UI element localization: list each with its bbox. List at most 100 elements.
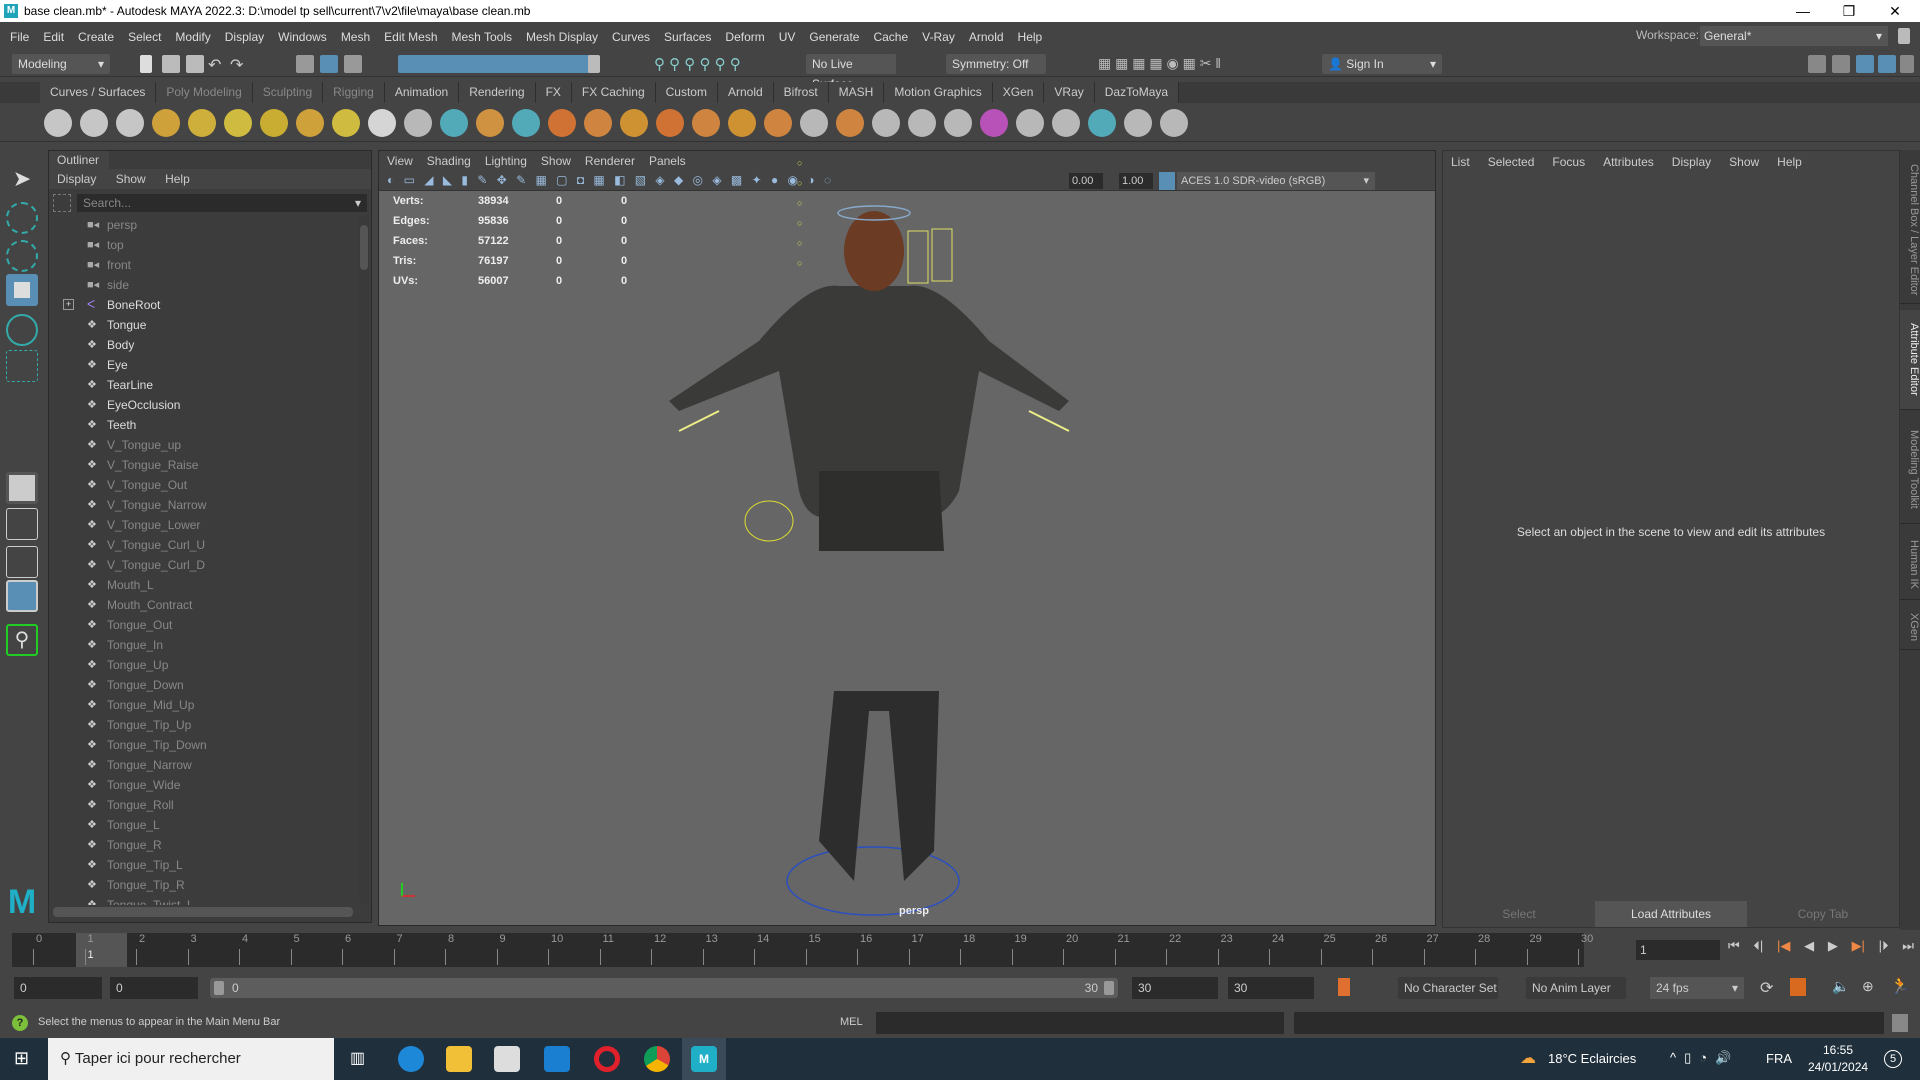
shelf-tool-icon[interactable] [872, 109, 900, 137]
shelf-tab-rendering[interactable]: Rendering [459, 82, 536, 103]
viewport-menu-show[interactable]: Show [541, 154, 571, 168]
viewport-menu-lighting[interactable]: Lighting [485, 154, 527, 168]
menu-create[interactable]: Create [78, 30, 114, 44]
loop-icon[interactable]: ⟳ [1760, 978, 1773, 998]
menu-file[interactable]: File [10, 30, 29, 44]
outliner-layout-icon[interactable] [6, 580, 38, 612]
go-to-start-icon[interactable]: ⏮ [1728, 938, 1740, 962]
layers-icon[interactable] [1900, 55, 1914, 73]
sign-in-button[interactable]: 👤 Sign In ▾ [1322, 54, 1442, 74]
lock-icon[interactable] [588, 55, 600, 73]
colorspace-dropdown[interactable]: ACES 1.0 SDR-video (sRGB) ▾ [1177, 172, 1375, 190]
shelf-tool-icon[interactable] [980, 109, 1008, 137]
soft-select-icons[interactable]: ⚲ ⚲ ⚲ ⚲ ⚲ ⚲ [654, 55, 794, 73]
menu-modify[interactable]: Modify [175, 30, 210, 44]
step-back-frame-icon[interactable]: ⏴| [1753, 938, 1763, 962]
shelf-tool-icon[interactable] [476, 109, 504, 137]
menuset-dropdown[interactable]: Modeling ▾ [12, 54, 110, 74]
outliner-item[interactable]: ❖ Tongue_Down [49, 675, 359, 695]
tab-xgen[interactable]: XGen [1900, 606, 1920, 650]
tab-human-ik[interactable]: Human IK [1900, 530, 1920, 600]
outliner-item[interactable]: ❖ Body [49, 335, 359, 355]
outliner-item[interactable]: ❖ Tongue_Tip_Down [49, 735, 359, 755]
symmetry-dropdown[interactable]: Symmetry: Off [946, 54, 1046, 74]
shelf-tool-icon[interactable] [188, 109, 216, 137]
four-view-layout-icon[interactable] [6, 508, 38, 540]
outliner-item[interactable]: ❖ Tongue_Wide [49, 775, 359, 795]
outliner-item[interactable]: ❖ Tongue_Tip_Up [49, 715, 359, 735]
attr-menu-attributes[interactable]: Attributes [1603, 155, 1654, 169]
gamma-field[interactable]: 1.00 [1119, 173, 1153, 189]
current-frame-marker[interactable] [75, 933, 127, 967]
anim-start-field[interactable]: 0 [110, 977, 198, 999]
outliner-item[interactable]: ❖ V_Tongue_Lower [49, 515, 359, 535]
minimize-button[interactable]: — [1780, 0, 1826, 22]
outliner-item[interactable]: ❖ Tongue_L [49, 815, 359, 835]
outliner-menu-show[interactable]: Show [116, 172, 146, 186]
chrome-icon[interactable] [644, 1046, 670, 1072]
human-ik-icon[interactable] [1832, 55, 1850, 73]
attr-menu-display[interactable]: Display [1672, 155, 1711, 169]
shelf-tool-icon[interactable] [764, 109, 792, 137]
viewport-menu-view[interactable]: View [387, 154, 413, 168]
attr-menu-selected[interactable]: Selected [1488, 155, 1535, 169]
shelf-tool-icon[interactable] [116, 109, 144, 137]
save-scene-icon[interactable] [186, 55, 204, 73]
menu-mesh-display[interactable]: Mesh Display [526, 30, 598, 44]
search-icon[interactable]: ⚲ [6, 624, 38, 656]
shelf-tool-icon[interactable] [1088, 109, 1116, 137]
shelf-tool-icon[interactable] [296, 109, 324, 137]
shelf-tool-icon[interactable] [1016, 109, 1044, 137]
opera-icon[interactable] [594, 1046, 620, 1072]
animation-preferences-icon[interactable]: ⊕ [1862, 978, 1874, 995]
shelf-tool-icon[interactable] [584, 109, 612, 137]
menu-uv[interactable]: UV [779, 30, 796, 44]
shelf-tool-icon[interactable] [1052, 109, 1080, 137]
outliner-item[interactable]: + ᐸ BoneRoot [49, 295, 359, 315]
menu-edit-mesh[interactable]: Edit Mesh [384, 30, 437, 44]
outliner-item[interactable]: ❖ V_Tongue_Curl_U [49, 535, 359, 555]
tab-modeling-toolkit[interactable]: Modeling Toolkit [1900, 416, 1920, 524]
redo-icon[interactable]: ↷ [230, 55, 248, 74]
expand-icon[interactable]: + [63, 299, 74, 310]
play-backward-icon[interactable]: ◀ [1804, 938, 1814, 962]
filter-icon[interactable] [53, 194, 71, 212]
shelf-tool-icon[interactable] [512, 109, 540, 137]
outliner-item[interactable]: ■◂ persp [49, 215, 359, 235]
shelf-tab-motion-graphics[interactable]: Motion Graphics [884, 82, 993, 103]
weather-text[interactable]: 18°C Eclaircies [1548, 1051, 1636, 1066]
two-view-layout-icon[interactable] [6, 546, 38, 578]
edge-icon[interactable] [398, 1046, 424, 1072]
notification-badge[interactable]: 5 [1884, 1050, 1902, 1068]
outliner-item[interactable]: ❖ V_Tongue_Out [49, 475, 359, 495]
shelf-tool-icon[interactable] [440, 109, 468, 137]
shelf-tool-icon[interactable] [404, 109, 432, 137]
select-tool-icon[interactable]: ➤ [6, 166, 38, 198]
outliner-item[interactable]: ❖ Tongue_Twist_L [49, 895, 359, 905]
single-perspective-layout-icon[interactable] [6, 472, 38, 504]
outliner-menu-display[interactable]: Display [57, 172, 96, 186]
outliner-item[interactable]: ❖ V_Tongue_Narrow [49, 495, 359, 515]
shelf-tool-icon[interactable] [800, 109, 828, 137]
attr-menu-list[interactable]: List [1451, 155, 1470, 169]
script-language-toggle[interactable]: MEL [840, 1016, 863, 1028]
fps-dropdown[interactable]: 24 fps ▾ [1650, 977, 1744, 999]
range-slider[interactable]: 0 30 [210, 978, 1118, 998]
tray-icons[interactable]: ^▯◔🔊 [1670, 1050, 1739, 1066]
modeling-toolkit-icon[interactable] [1808, 55, 1826, 73]
menu-curves[interactable]: Curves [612, 30, 650, 44]
outliner-item[interactable]: ■◂ front [49, 255, 359, 275]
exposure-field[interactable]: 0.00 [1069, 173, 1103, 189]
shelf-tool-icon[interactable] [152, 109, 180, 137]
range-start-handle[interactable] [214, 981, 224, 995]
select-object-icon[interactable] [320, 55, 338, 73]
menu-select[interactable]: Select [128, 30, 161, 44]
outliner-item[interactable]: ❖ Mouth_L [49, 575, 359, 595]
color-management-toggle-icon[interactable] [1159, 172, 1175, 190]
outliner-item[interactable]: ❖ Tongue_In [49, 635, 359, 655]
menu-deform[interactable]: Deform [725, 30, 764, 44]
outliner-item[interactable]: ❖ Tongue_Mid_Up [49, 695, 359, 715]
shelf-tab-xgen[interactable]: XGen [992, 82, 1045, 103]
bookmark-icon[interactable] [1338, 978, 1350, 996]
menu-mesh[interactable]: Mesh [341, 30, 370, 44]
